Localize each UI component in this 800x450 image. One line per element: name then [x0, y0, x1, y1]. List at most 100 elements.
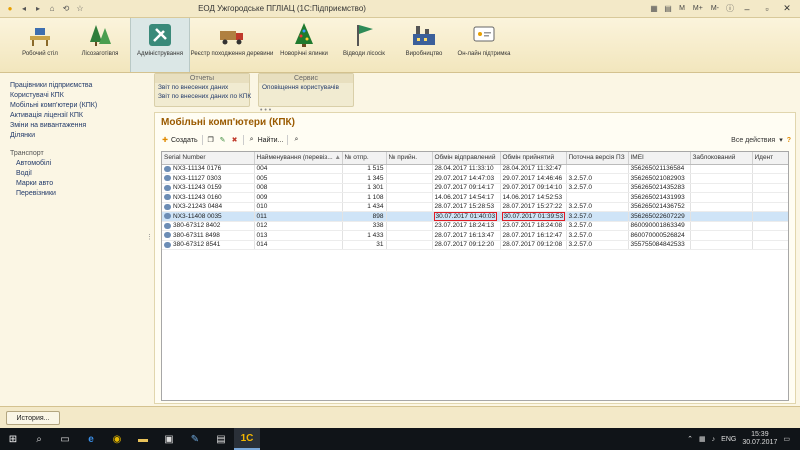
cell-blocked[interactable] — [690, 192, 753, 203]
table-row[interactable]: 380-67311 8498 013 1 433 28.07.2017 16:13:4… — [162, 230, 788, 241]
info-icon[interactable]: ⓘ — [724, 3, 736, 15]
nav-mobile-computers[interactable]: Мобільні комп'ютери (КПК) — [10, 101, 146, 111]
cell-exch-sent[interactable]: 28.07.2017 09:12:20 — [432, 240, 501, 250]
cell-name[interactable]: 011 — [254, 211, 343, 222]
close-button[interactable]: ✕ — [778, 2, 796, 16]
section-wood-registry[interactable]: Реєстр походження деревини — [190, 18, 274, 72]
cell-name[interactable]: 012 — [254, 221, 343, 231]
cell-serial[interactable]: NX3-11127 0303 — [162, 173, 255, 184]
cell-version[interactable]: 3.2.57.0 — [566, 221, 629, 231]
col-serial-number[interactable]: Serial Number — [162, 152, 255, 165]
cell-recv[interactable] — [386, 183, 433, 193]
cell-exch-sent[interactable]: 30.07.2017 01:40:03 — [432, 211, 501, 222]
cell-exch-sent[interactable]: 23.07.2017 18:24:13 — [432, 221, 501, 231]
col-ident[interactable]: Идент — [752, 152, 788, 165]
cell-ident[interactable] — [752, 240, 788, 250]
cell-serial[interactable]: NX3-21243 0484 — [162, 202, 255, 212]
edge-browser-icon[interactable]: e — [78, 428, 104, 450]
pda-table[interactable]: Serial Number Найменування (перевіз... ▲… — [161, 151, 789, 401]
cell-imei[interactable]: 356265021136584 — [628, 164, 691, 174]
find-button[interactable]: ⌕ Найти... — [248, 136, 284, 144]
maximize-button[interactable]: ▫ — [758, 2, 776, 16]
cell-imei[interactable]: 356265021082903 — [628, 173, 691, 184]
ink-icon[interactable]: ✎ — [182, 428, 208, 450]
cell-ident[interactable] — [752, 183, 788, 193]
cell-name[interactable]: 010 — [254, 202, 343, 212]
windows-start-icon[interactable]: ⊞ — [0, 428, 26, 450]
delete-icon[interactable]: ✖ — [231, 136, 239, 144]
cell-ident[interactable] — [752, 164, 788, 174]
cell-version[interactable]: 3.2.57.0 — [566, 211, 629, 222]
cell-exch-sent[interactable]: 14.06.2017 14:54:17 — [432, 192, 501, 203]
memory-plus-button[interactable]: M+ — [690, 5, 706, 12]
cell-imei[interactable]: 355755084842533 — [628, 240, 691, 250]
cell-imei[interactable]: 356265022607229 — [628, 211, 691, 222]
notifications-icon[interactable]: ▭ — [783, 435, 790, 443]
cell-name[interactable]: 013 — [254, 230, 343, 241]
table-row[interactable]: NX3-11243 0160 009 1 108 14.06.2017 14:54:1… — [162, 192, 788, 203]
memory-minus-button[interactable]: M- — [708, 5, 722, 12]
cell-exch-sent[interactable]: 28.07.2017 15:28:53 — [432, 202, 501, 212]
cell-ident[interactable] — [752, 173, 788, 184]
report-data-entered[interactable]: Звіт по внесених даних — [155, 83, 249, 92]
table-row[interactable]: NX3-21243 0484 010 1 434 28.07.2017 15:28:5… — [162, 202, 788, 212]
cell-recv[interactable] — [386, 164, 433, 174]
cell-version[interactable]: 3.2.57.0 — [566, 183, 629, 193]
cell-serial[interactable]: 380-67311 8498 — [162, 230, 255, 241]
cell-exch-recv[interactable]: 28.04.2017 11:32:47 — [500, 164, 567, 174]
cell-name[interactable]: 005 — [254, 173, 343, 184]
cell-sent[interactable]: 1 515 — [342, 164, 387, 174]
section-christmas-trees[interactable]: Новорічні ялинки — [274, 18, 334, 72]
section-desktop[interactable]: Робочий стіл — [10, 18, 70, 72]
cell-exch-recv[interactable]: 23.07.2017 18:24:08 — [500, 221, 567, 231]
cell-ident[interactable] — [752, 211, 788, 222]
calendar-icon[interactable]: ▤ — [662, 3, 674, 15]
help-button[interactable]: ? — [787, 137, 791, 144]
cell-serial[interactable]: 380-67312 8402 — [162, 221, 255, 231]
table-row[interactable]: NX3-11408 0035 011 898 30.07.2017 01:40:03 3… — [162, 211, 788, 222]
minimize-button[interactable]: – — [738, 2, 756, 16]
cell-sent[interactable]: 338 — [342, 221, 387, 231]
cancel-search-icon[interactable]: ⌕ — [292, 136, 300, 144]
cell-exch-recv[interactable]: 30.07.2017 01:39:53 — [500, 211, 567, 222]
cell-imei[interactable]: 860070000526824 — [628, 230, 691, 241]
cell-exch-recv[interactable]: 28.07.2017 16:12:47 — [500, 230, 567, 241]
cell-serial[interactable]: NX3-11243 0159 — [162, 183, 255, 193]
cell-ident[interactable] — [752, 192, 788, 203]
network-icon[interactable]: ▦ — [699, 435, 706, 443]
cell-exch-sent[interactable]: 29.07.2017 14:47:03 — [432, 173, 501, 184]
section-logging[interactable]: Лісозаготівля — [70, 18, 130, 72]
cell-name[interactable]: 008 — [254, 183, 343, 193]
cell-exch-sent[interactable]: 28.07.2017 16:13:47 — [432, 230, 501, 241]
cell-serial[interactable]: NX3-11134 0176 — [162, 164, 255, 174]
cell-recv[interactable] — [386, 230, 433, 241]
cell-serial[interactable]: NX3-11243 0160 — [162, 192, 255, 203]
cell-imei[interactable]: 356265021435283 — [628, 183, 691, 193]
cell-exch-recv[interactable]: 28.07.2017 15:27:22 — [500, 202, 567, 212]
nav-license-activation[interactable]: Активація ліцензії КПК — [10, 111, 146, 121]
user-notifications-link[interactable]: Оповіщення користувачів — [259, 83, 353, 92]
section-production[interactable]: Виробництво — [394, 18, 454, 72]
col-current-version[interactable]: Поточна версія ПЗ — [566, 152, 629, 165]
history-button[interactable]: История... — [6, 411, 60, 425]
1c-app-icon[interactable]: 1C — [234, 428, 260, 450]
cell-blocked[interactable] — [690, 164, 753, 174]
cell-sent[interactable]: 1 433 — [342, 230, 387, 241]
nav-upload-changes[interactable]: Зміни на вивантаження — [10, 121, 146, 131]
nav-employees[interactable]: Працівники підприємства — [10, 81, 146, 91]
people-icon[interactable]: ⌃ — [687, 435, 693, 443]
cell-recv[interactable] — [386, 221, 433, 231]
cell-exch-sent[interactable]: 28.04.2017 11:33:10 — [432, 164, 501, 174]
language-indicator[interactable]: ENG — [721, 436, 736, 443]
cell-version[interactable]: 3.2.57.0 — [566, 202, 629, 212]
cell-blocked[interactable] — [690, 173, 753, 184]
search-icon[interactable]: ⌕ — [26, 428, 52, 450]
nav-carriers[interactable]: Перевізники — [10, 189, 146, 199]
cell-sent[interactable]: 1 301 — [342, 183, 387, 193]
edit-icon[interactable]: ✎ — [219, 136, 227, 144]
table-row[interactable]: 380-67312 8402 012 338 23.07.2017 18:24:13 2… — [162, 221, 788, 231]
file-explorer-icon[interactable]: ▬ — [130, 428, 156, 450]
report-data-entered-pda[interactable]: Звіт по внесених даних по КПК — [155, 92, 251, 101]
cell-exch-sent[interactable]: 29.07.2017 09:14:17 — [432, 183, 501, 193]
cell-version[interactable]: 3.2.57.0 — [566, 173, 629, 184]
